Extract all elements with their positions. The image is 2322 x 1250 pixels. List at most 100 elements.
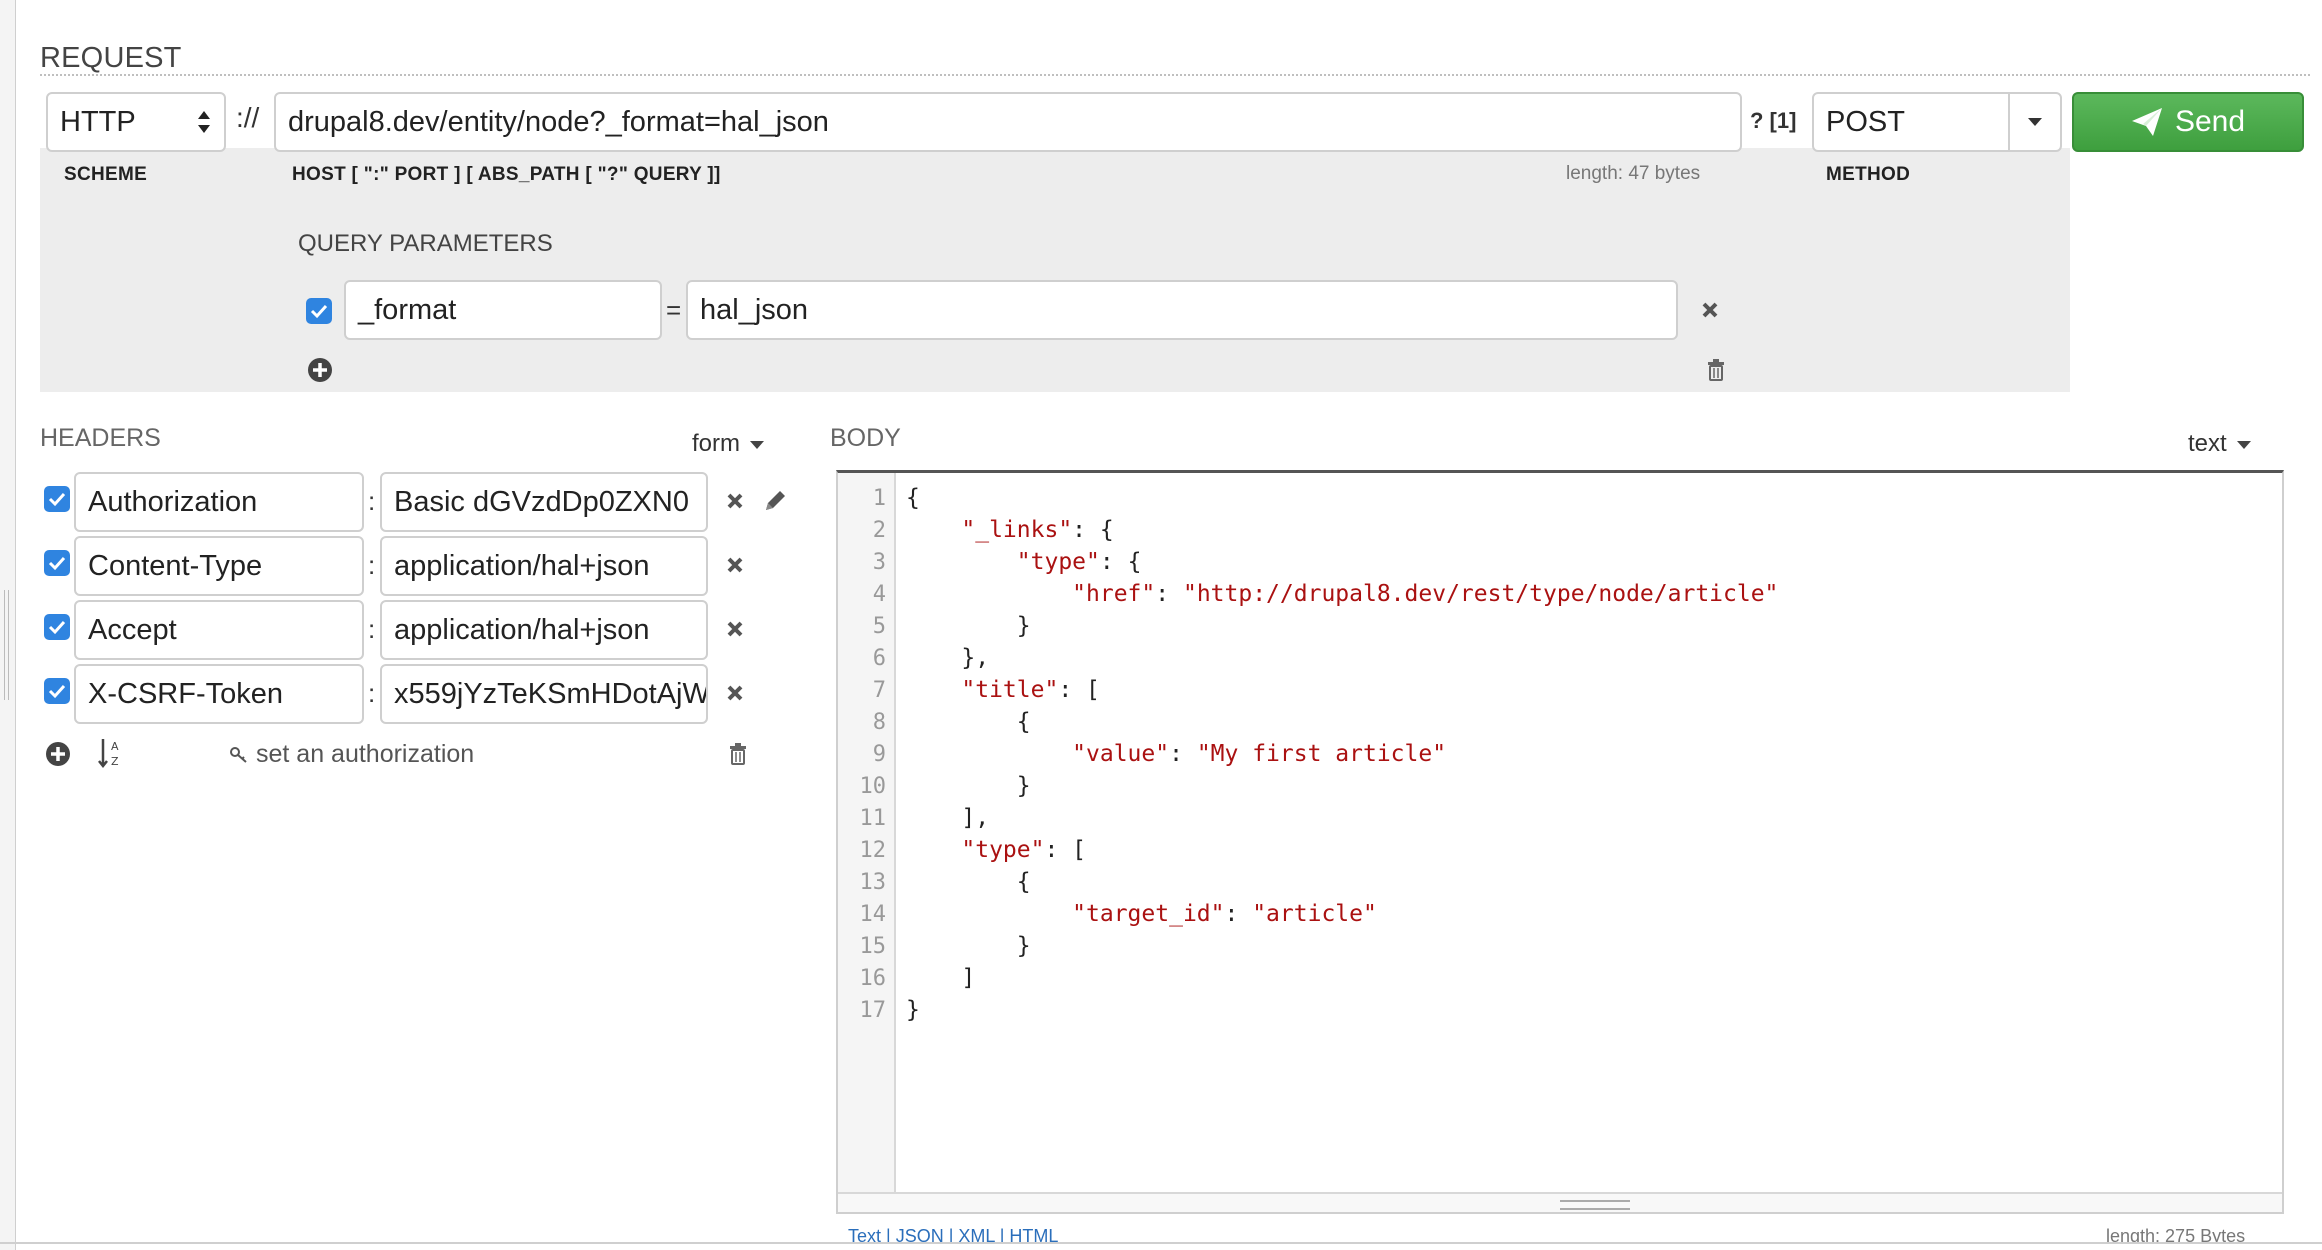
add-query-param-button[interactable] (306, 356, 334, 384)
scheme-separator: :// (236, 102, 260, 133)
code-line: "title": [ (961, 677, 1100, 703)
code-line: "href": "http://drupal8.dev/rest/type/no… (1072, 581, 1779, 607)
line-number: 10 (859, 774, 887, 799)
body-format-tabs[interactable]: Text | JSON | XML | HTML (848, 1226, 1058, 1242)
code-line: "type": [ (961, 837, 1087, 863)
query-param-name-input[interactable]: _format (344, 280, 662, 340)
code-line: } (906, 997, 920, 1023)
header-value-input[interactable]: application/hal+json (380, 536, 708, 596)
header-value-input[interactable]: x559jYzTeKSmHDotAjW (380, 664, 708, 724)
close-icon[interactable] (1696, 296, 1724, 324)
code-line: ], (906, 805, 990, 831)
query-param-checkbox[interactable] (306, 298, 332, 324)
check-icon (310, 304, 328, 319)
code-line: "_links": { (961, 517, 1114, 543)
code-line: }, (906, 645, 990, 671)
body-editor[interactable]: 1 2 3 4 5 6 7 8 9 10 11 12 13 14 15 16 1… (836, 470, 2284, 1214)
line-number: 2 (872, 518, 886, 543)
url-input[interactable]: drupal8.dev/entity/node?_format=hal_json (274, 92, 1742, 152)
code-line: "type": { (1016, 549, 1142, 575)
line-number: 7 (872, 678, 886, 703)
headers-mode-label: form (692, 430, 740, 457)
up-down-arrows-icon (198, 111, 210, 133)
line-number: 16 (859, 966, 887, 991)
query-param-value-input[interactable]: hal_json (686, 280, 1678, 340)
query-param-equals: = (666, 295, 682, 325)
rail-resize-handle[interactable] (4, 590, 9, 700)
sort-alpha-icon[interactable]: AZ (96, 736, 126, 770)
headers-mode-dropdown[interactable]: form (692, 430, 764, 458)
check-icon (48, 492, 66, 507)
line-number: 8 (872, 710, 886, 735)
method-dropdown-button[interactable] (2008, 92, 2062, 152)
code-line: { (906, 869, 1031, 895)
caret-down-icon (2028, 118, 2042, 126)
trash-icon[interactable] (1704, 356, 1728, 384)
caret-down-icon (2236, 440, 2251, 449)
header-colon: : (368, 486, 376, 516)
line-number: 9 (872, 742, 886, 767)
svg-text:Z: Z (111, 755, 119, 768)
header-name-input[interactable]: X-CSRF-Token (74, 664, 364, 724)
line-number: 3 (872, 550, 886, 575)
code-line: "target_id": "article" (1072, 901, 1377, 927)
send-button[interactable]: Send (2072, 92, 2304, 152)
add-header-button[interactable] (44, 740, 72, 768)
paper-plane-icon (2131, 108, 2162, 136)
header-name-input[interactable]: Accept (74, 600, 364, 660)
set-authorization-link[interactable]: set an authorization (230, 740, 474, 769)
editor-gutter: 1 2 3 4 5 6 7 8 9 10 11 12 13 14 15 16 1… (838, 473, 896, 1212)
editor-resize-handle[interactable] (838, 1192, 2282, 1212)
scheme-select[interactable]: HTTP (46, 92, 226, 152)
grip-bars (1560, 1200, 1630, 1210)
scheme-value: HTTP (60, 105, 136, 138)
check-icon (48, 556, 66, 571)
close-icon[interactable] (722, 552, 748, 578)
header-name-input[interactable]: Content-Type (74, 536, 364, 596)
method-input[interactable]: POST (1812, 92, 2010, 152)
check-icon (48, 684, 66, 699)
set-authorization-label: set an authorization (256, 740, 475, 768)
code-line: "value": "My first article" (1072, 741, 1447, 767)
headers-section-title: HEADERS (40, 424, 161, 452)
header-colon: : (368, 614, 376, 644)
trash-icon[interactable] (726, 740, 750, 768)
left-window-rail (0, 0, 16, 1250)
line-number: 6 (872, 646, 886, 671)
code-line: { (906, 485, 920, 511)
send-label: Send (2174, 105, 2246, 138)
body-section-title: BODY (830, 424, 901, 452)
plus-circle-icon (308, 358, 332, 382)
header-value-input[interactable]: Basic dGVzdDp0ZXN0 (380, 472, 708, 532)
close-icon[interactable] (722, 680, 748, 706)
close-icon[interactable] (722, 488, 748, 514)
header-checkbox-content-type[interactable] (44, 550, 70, 576)
body-mode-dropdown[interactable]: text (2188, 430, 2251, 458)
header-name-input[interactable]: Authorization (74, 472, 364, 532)
scheme-label: SCHEME (64, 164, 148, 185)
header-value-input[interactable]: application/hal+json (380, 600, 708, 660)
code-line: } (906, 773, 1031, 799)
line-number: 17 (859, 998, 887, 1023)
pencil-icon[interactable] (760, 486, 790, 516)
header-checkbox-authorization[interactable] (44, 486, 70, 512)
line-number: 12 (859, 838, 887, 863)
line-number: 1 (872, 486, 886, 511)
line-number: 5 (872, 614, 886, 639)
plus-circle-icon (46, 742, 70, 766)
code-line: { (906, 709, 1031, 735)
line-number: 4 (872, 582, 886, 607)
bottom-border (0, 1242, 2322, 1244)
close-icon[interactable] (722, 616, 748, 642)
code-line: ] (906, 965, 976, 991)
url-length: length: 47 bytes (1566, 163, 1701, 184)
request-divider (40, 74, 2310, 76)
line-number: 13 (859, 870, 887, 895)
line-number: 15 (859, 934, 887, 959)
svg-text:A: A (111, 740, 119, 753)
header-checkbox-accept[interactable] (44, 614, 70, 640)
body-length: length: 275 Bytes (2106, 1226, 2246, 1242)
code-line: } (906, 613, 1031, 639)
header-checkbox-csrf[interactable] (44, 678, 70, 704)
key-icon (230, 746, 247, 763)
